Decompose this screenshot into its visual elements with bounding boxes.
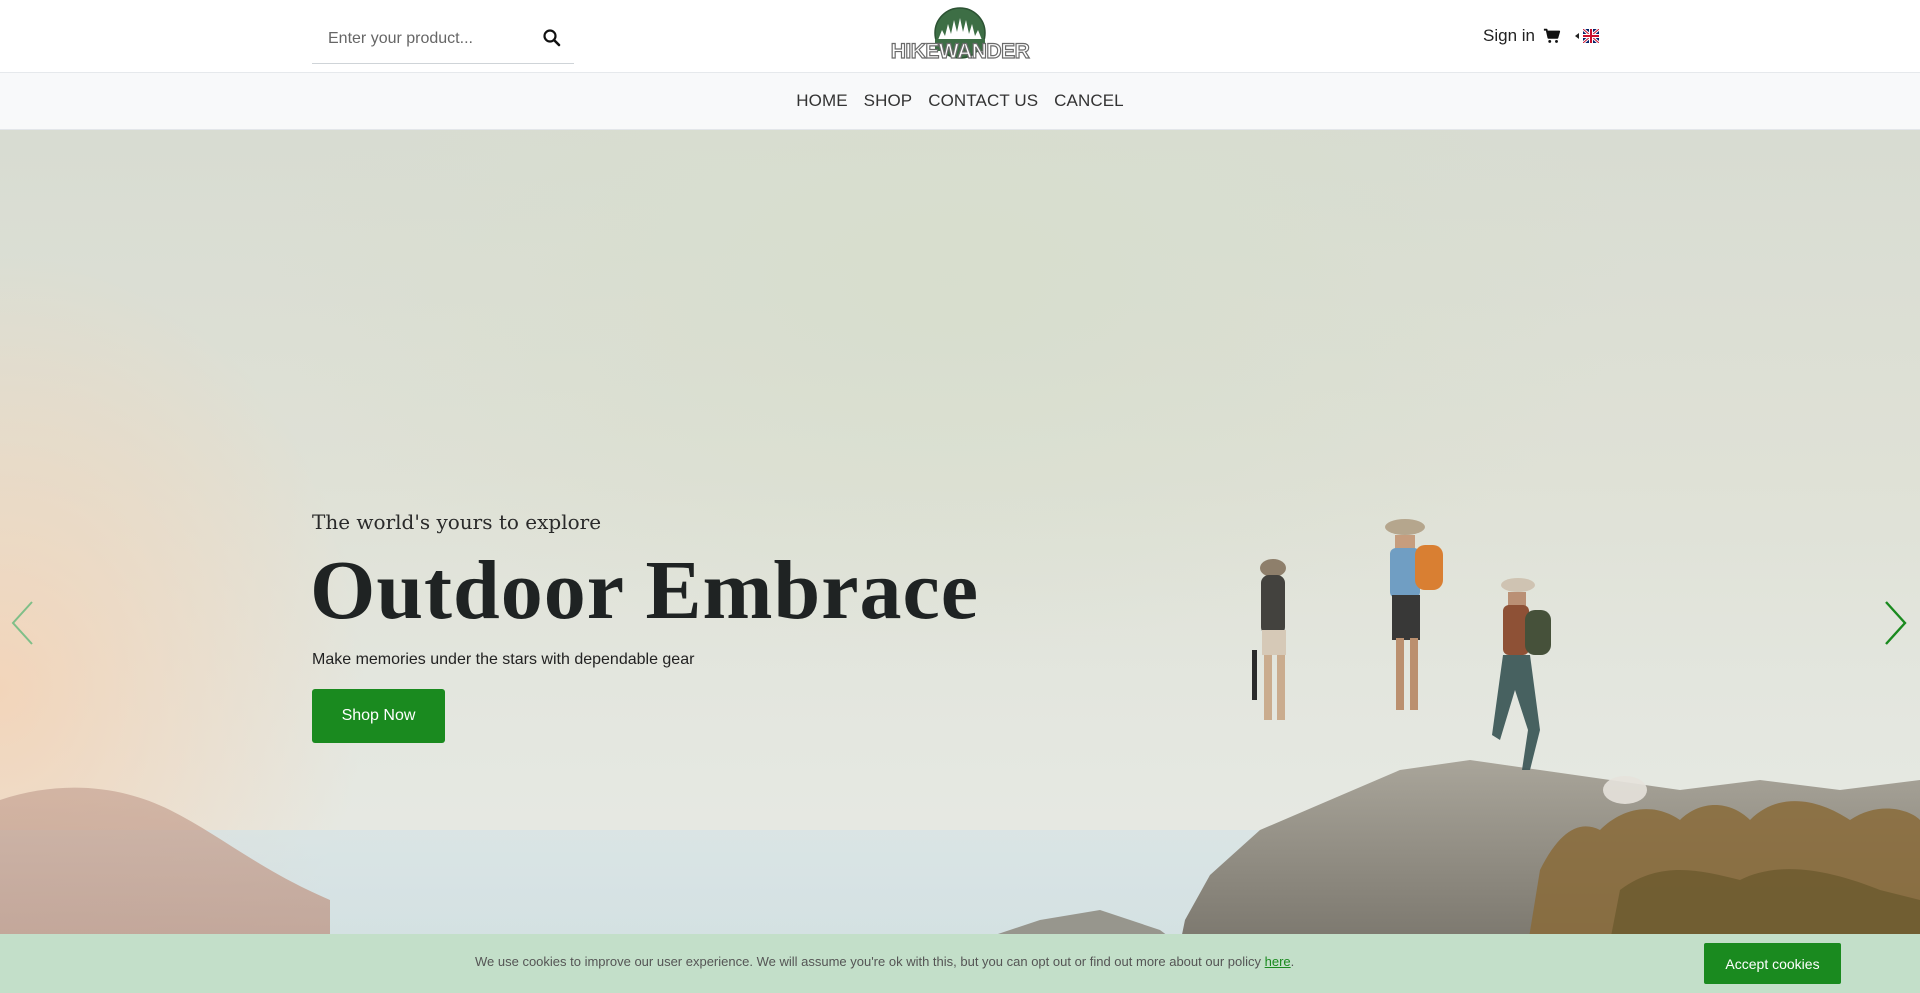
uk-flag-icon [1582,29,1599,43]
top-header: HIKEWANDER Sign in [0,0,1920,73]
search-input[interactable] [312,18,532,59]
chevron-right-icon[interactable] [1882,600,1908,646]
hiker-2 [1385,519,1443,710]
hero-title: Outdoor Embrace [310,544,980,637]
hero-pretitle: The world's yours to explore [312,510,602,534]
shop-now-button[interactable]: Shop Now [312,689,445,743]
hero-subtitle: Make memories under the stars with depen… [312,651,695,668]
nav-item-cancel[interactable]: CANCEL [1054,91,1124,111]
language-selector[interactable] [1574,29,1599,43]
header-tools: Sign in [1483,22,1599,50]
hero-banner: The world's yours to explore Outdoor Emb… [0,130,1920,993]
logo-wordmark: HIKEWANDER [890,39,1030,63]
shopping-cart-icon[interactable] [1543,27,1561,45]
main-nav: HOME SHOP CONTACT US CANCEL [0,73,1920,130]
cookie-suffix: . [1290,954,1295,969]
nav-item-shop[interactable]: SHOP [864,91,913,111]
cookie-text: We use cookies to improve our user exper… [475,954,1262,969]
accept-cookies-button[interactable]: Accept cookies [1704,943,1841,984]
cookie-message: We use cookies to improve our user exper… [475,954,1294,969]
caret-left-icon [1574,33,1579,39]
hiker-1 [1252,559,1286,720]
signin-link[interactable]: Sign in [1483,26,1535,46]
search-box [312,14,574,64]
cookie-banner: We use cookies to improve our user exper… [0,934,1920,993]
nav-item-contact-us[interactable]: CONTACT US [928,91,1038,111]
search-icon[interactable] [540,26,564,50]
chevron-left-icon[interactable] [10,600,36,646]
hiker-3 [1492,578,1551,770]
cookie-policy-link[interactable]: here [1265,954,1291,969]
site-logo[interactable]: HIKEWANDER [884,6,1036,64]
nav-item-home[interactable]: HOME [796,91,847,111]
